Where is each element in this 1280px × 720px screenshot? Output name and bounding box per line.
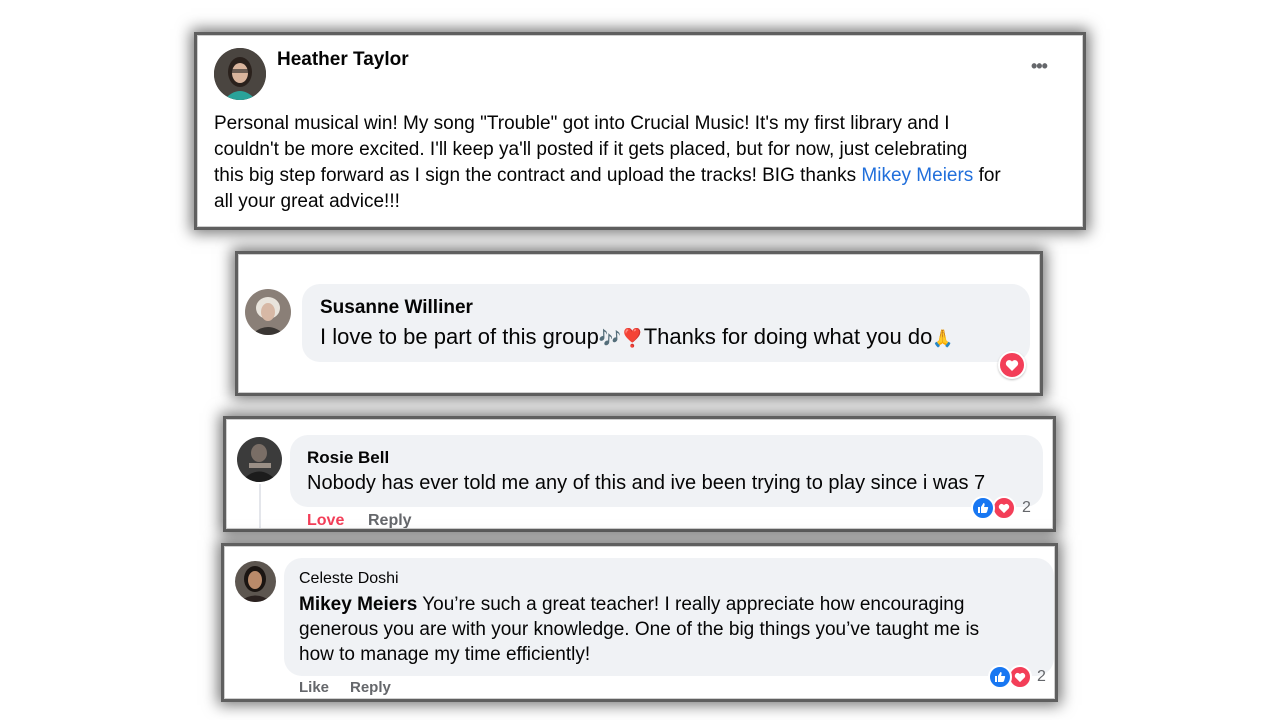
comment-text-part: Thanks for doing what you do	[643, 324, 933, 349]
avatar[interactable]	[214, 48, 266, 100]
avatar-photo-icon	[214, 48, 266, 100]
comment-line: generous you are with your knowledge. On…	[299, 619, 980, 640]
heart-exclamation-icon: ❣️	[621, 328, 644, 348]
comment-line: how to manage my time efficiently!	[299, 644, 591, 665]
comment-author[interactable]: Rosie Bell	[307, 448, 389, 468]
comment-card: Rosie Bell Nobody has ever told me any o…	[226, 419, 1053, 529]
comment-bubble	[302, 284, 1030, 362]
mention-link[interactable]: Mikey Meiers	[299, 594, 417, 615]
like-button[interactable]: Like	[299, 679, 329, 696]
post-author[interactable]: Heather Taylor	[277, 49, 409, 71]
musical-notes-icon: 🎶	[598, 328, 622, 348]
comment-line: Mikey Meiers You’re such a great teacher…	[299, 592, 979, 617]
comment-bubble	[290, 435, 1043, 507]
comment-card: Celeste Doshi Mikey Meiers You’re such a…	[224, 546, 1055, 699]
love-reaction-icon[interactable]	[992, 496, 1016, 520]
post-line-text: this big step forward as I sign the cont…	[214, 165, 862, 186]
comment-body: Mikey Meiers You’re such a great teacher…	[299, 592, 979, 667]
comment-author[interactable]: Celeste Doshi	[299, 570, 399, 588]
post-line: Personal musical win! My song "Trouble" …	[214, 113, 950, 134]
comment-text: Nobody has ever told me any of this and …	[307, 472, 986, 494]
comment-text: I love to be part of this group🎶❣️Thanks…	[320, 324, 953, 350]
like-reaction-icon[interactable]	[988, 665, 1012, 689]
love-reaction-icon[interactable]	[998, 351, 1026, 379]
like-reaction-icon[interactable]	[971, 496, 995, 520]
post-body: Personal musical win! My song "Trouble" …	[214, 111, 1001, 215]
post-line: all your great advice!!!	[214, 191, 400, 212]
praying-hands-icon: 🙏	[932, 329, 954, 348]
comment-text-part: I love to be part of this group	[320, 324, 599, 349]
avatar[interactable]	[237, 437, 282, 482]
post-line: couldn't be more excited. I'll keep ya'l…	[214, 139, 968, 160]
avatar[interactable]	[235, 561, 276, 602]
thread-line	[259, 484, 261, 528]
comment-author[interactable]: Susanne Williner	[320, 297, 473, 319]
avatar-photo-icon	[237, 437, 282, 482]
reaction-count[interactable]: 2	[1022, 499, 1031, 517]
post-line: this big step forward as I sign the cont…	[214, 163, 1001, 189]
post-line-text: for	[973, 165, 1001, 186]
avatar[interactable]	[245, 289, 291, 335]
comment-text: You’re such a great teacher! I really ap…	[417, 594, 965, 615]
reaction-count[interactable]: 2	[1037, 668, 1046, 686]
love-button[interactable]: Love	[307, 512, 344, 528]
more-options-icon[interactable]: •••	[1031, 56, 1048, 77]
comment-card: Susanne Williner I love to be part of th…	[238, 254, 1040, 393]
post-card: Heather Taylor ••• Personal musical win!…	[197, 35, 1083, 227]
avatar-photo-icon	[245, 289, 291, 335]
reply-button[interactable]: Reply	[350, 679, 391, 696]
reply-button[interactable]: Reply	[368, 512, 412, 528]
avatar-photo-icon	[235, 561, 276, 602]
mention-link[interactable]: Mikey Meiers	[861, 165, 973, 186]
